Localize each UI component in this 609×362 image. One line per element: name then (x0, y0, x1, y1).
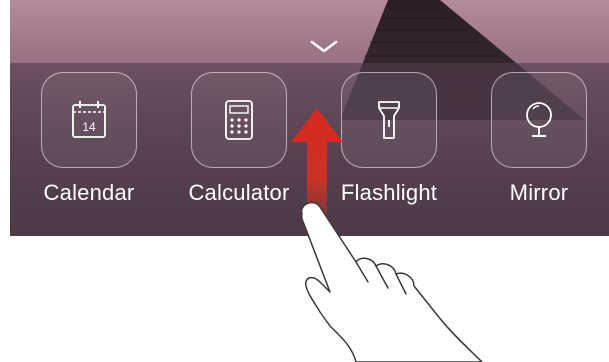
shortcut-calculator-button[interactable] (191, 72, 287, 168)
shortcut-flashlight-button[interactable] (341, 72, 437, 168)
shortcut-mirror-button[interactable] (491, 72, 587, 168)
shortcut-calculator-label: Calculator (188, 180, 290, 205)
shortcut-flashlight-label: Flashlight (340, 180, 438, 205)
calculator-icon (225, 100, 253, 140)
calendar-icon: 14 (72, 101, 106, 138)
calendar-day: 14 (82, 120, 96, 134)
shortcut-calendar-button[interactable]: 14 (41, 72, 137, 168)
flashlight-icon (378, 101, 400, 139)
shortcut-calendar-label: Calendar (43, 180, 135, 205)
lock-screen-background: 14 Calendar Calculator Flashlight Mirror (10, 0, 609, 236)
chevron-down-icon[interactable] (310, 40, 338, 54)
shortcut-mirror-label: Mirror (509, 180, 569, 205)
mirror-icon (526, 102, 552, 137)
